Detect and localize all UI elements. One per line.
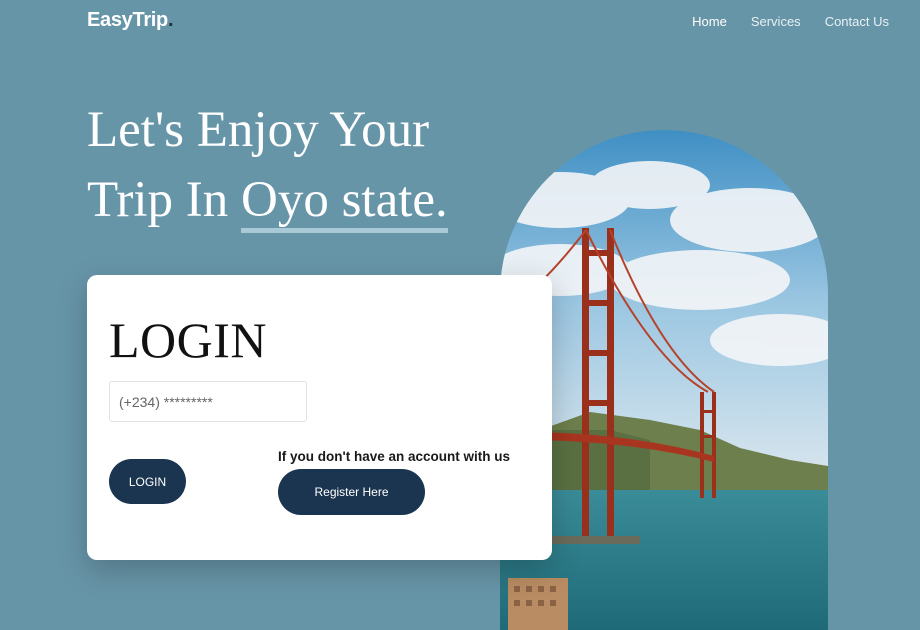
brand-dot: . xyxy=(167,9,174,31)
nav-contact-us[interactable]: Contact Us xyxy=(825,14,889,29)
login-button[interactable]: LOGIN xyxy=(109,459,186,504)
top-nav: Home Services Contact Us xyxy=(692,14,889,29)
phone-input[interactable] xyxy=(109,381,307,422)
hero-heading: Let's Enjoy Your Trip In Oyo state. xyxy=(87,95,448,235)
register-button[interactable]: Register Here xyxy=(278,469,425,515)
register-note: If you don't have an account with us xyxy=(278,449,510,464)
hero-line-2-prefix: Trip In xyxy=(87,172,241,228)
nav-home[interactable]: Home xyxy=(692,14,727,29)
hero-highlight: Oyo state. xyxy=(241,165,448,235)
login-card: LOGIN LOGIN If you don't have an account… xyxy=(87,275,552,560)
nav-services[interactable]: Services xyxy=(751,14,801,29)
login-title: LOGIN xyxy=(109,312,268,368)
brand-logo[interactable]: EasyTrip. xyxy=(87,9,174,32)
hero-line-1: Let's Enjoy Your xyxy=(87,102,430,158)
brand-name: EasyTrip xyxy=(87,9,168,31)
